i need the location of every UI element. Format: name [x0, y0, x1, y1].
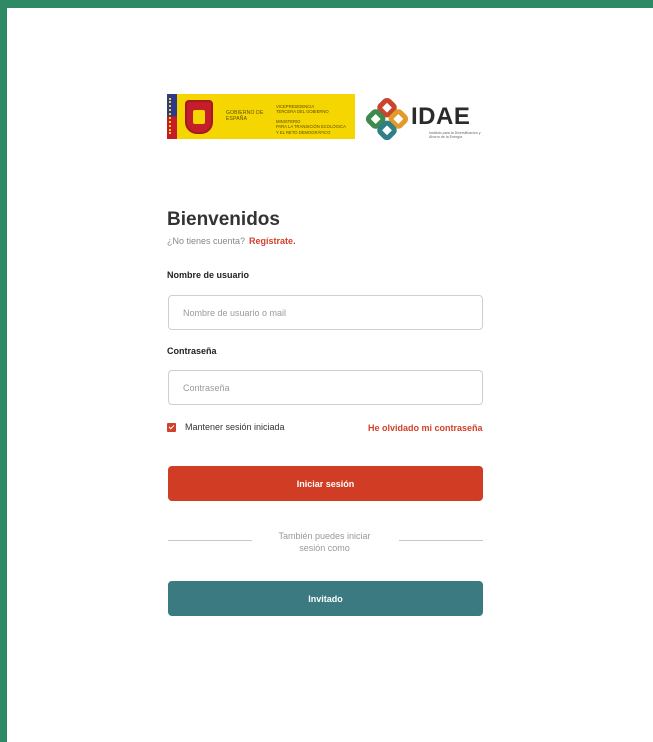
username-input[interactable] [168, 295, 483, 330]
username-label: Nombre de usuario [167, 270, 250, 280]
divider-text: También puedes iniciar sesión como [278, 531, 371, 553]
page-title: Bienvenidos [167, 209, 280, 230]
header-logos: GOBIERNO DE ESPAÑA VICEPRESIDENCIA TERCE… [167, 94, 487, 146]
login-button[interactable]: Iniciar sesión [168, 466, 483, 501]
register-link[interactable]: Regístrate. [249, 236, 296, 246]
guest-button[interactable]: Invitado [168, 581, 483, 616]
forgot-password-link[interactable]: He olvidado mi contraseña [368, 423, 483, 433]
gobierno-espana-logo: GOBIERNO DE ESPAÑA VICEPRESIDENCIA TERCE… [167, 94, 355, 139]
password-input[interactable] [168, 370, 483, 405]
coat-of-arms-icon [185, 100, 213, 134]
idae-logo: IDAE Instituto para la Diversificación y… [365, 97, 487, 141]
remember-checkbox[interactable] [167, 422, 176, 432]
idae-wordmark: IDAE [411, 103, 471, 130]
password-label: Contraseña [167, 346, 217, 356]
divider-line-left [168, 540, 252, 541]
idae-mark-icon [365, 97, 409, 141]
idae-subtitle: Instituto para la Diversificación y Ahor… [429, 131, 481, 140]
remember-me[interactable]: Mantener sesión iniciada [167, 422, 285, 432]
signup-prompt-text: ¿No tienes cuenta? [167, 236, 246, 246]
divider-line-right [399, 540, 483, 541]
remember-label: Mantener sesión iniciada [185, 422, 285, 432]
ministry-text: VICEPRESIDENCIA TERCERA DEL GOBIERNO MIN… [276, 104, 346, 135]
signup-prompt: ¿No tienes cuenta? Regístrate. [167, 236, 296, 246]
gobierno-text: GOBIERNO DE ESPAÑA [226, 110, 264, 122]
